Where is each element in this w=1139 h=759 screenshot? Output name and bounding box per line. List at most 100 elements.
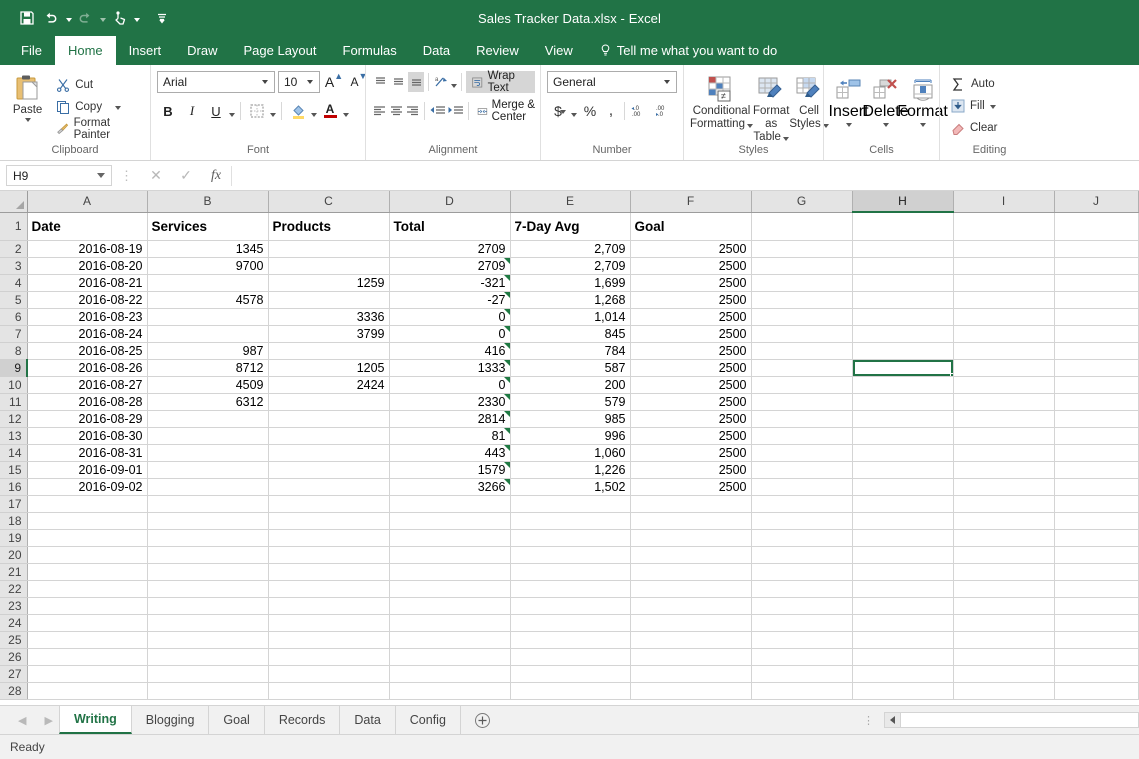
cell-d12[interactable]: 2814 bbox=[389, 410, 510, 427]
formula-bar-grip[interactable]: ⋮ bbox=[112, 168, 141, 184]
row-header-4[interactable]: 4 bbox=[0, 274, 27, 291]
cell-d17[interactable] bbox=[389, 495, 510, 512]
cell-j13[interactable] bbox=[1054, 427, 1138, 444]
cell-a4[interactable]: 2016-08-21 bbox=[27, 274, 147, 291]
row-header-2[interactable]: 2 bbox=[0, 240, 27, 257]
cell-h13[interactable] bbox=[852, 427, 953, 444]
cell-e1[interactable]: 7-Day Avg bbox=[510, 212, 630, 240]
cell-c11[interactable] bbox=[268, 393, 389, 410]
cell-h15[interactable] bbox=[852, 461, 953, 478]
row-header-10[interactable]: 10 bbox=[0, 376, 27, 393]
cell-b6[interactable] bbox=[147, 308, 268, 325]
format-as-table-dropdown-icon[interactable] bbox=[783, 137, 789, 141]
cell-i19[interactable] bbox=[953, 529, 1054, 546]
cell-b4[interactable] bbox=[147, 274, 268, 291]
name-box-dropdown-icon[interactable] bbox=[97, 173, 105, 178]
cell-e10[interactable]: 200 bbox=[510, 376, 630, 393]
row-header-27[interactable]: 27 bbox=[0, 665, 27, 682]
cell-h12[interactable] bbox=[852, 410, 953, 427]
cell-j27[interactable] bbox=[1054, 665, 1138, 682]
cell-f21[interactable] bbox=[630, 563, 751, 580]
cell-i10[interactable] bbox=[953, 376, 1054, 393]
cell-a19[interactable] bbox=[27, 529, 147, 546]
cell-h25[interactable] bbox=[852, 631, 953, 648]
cell-h14[interactable] bbox=[852, 444, 953, 461]
column-header-h[interactable]: H bbox=[852, 191, 953, 212]
row-header-23[interactable]: 23 bbox=[0, 597, 27, 614]
cell-j28[interactable] bbox=[1054, 682, 1138, 699]
decrease-indent-button[interactable] bbox=[429, 101, 446, 121]
cell-g8[interactable] bbox=[751, 342, 852, 359]
cell-c5[interactable] bbox=[268, 291, 389, 308]
error-flag-icon[interactable] bbox=[504, 343, 510, 349]
worksheet-grid[interactable]: ABCDEFGHIJ 1DateServicesProductsTotal7-D… bbox=[0, 191, 1139, 705]
cell-g28[interactable] bbox=[751, 682, 852, 699]
cell-f12[interactable]: 2500 bbox=[630, 410, 751, 427]
increase-indent-button[interactable] bbox=[447, 101, 464, 121]
cell-a15[interactable]: 2016-09-01 bbox=[27, 461, 147, 478]
decrease-decimal-button[interactable]: .00.0 bbox=[654, 100, 676, 122]
cell-g1[interactable] bbox=[751, 212, 852, 240]
cell-h20[interactable] bbox=[852, 546, 953, 563]
row-header-1[interactable]: 1 bbox=[0, 212, 27, 240]
cell-d27[interactable] bbox=[389, 665, 510, 682]
cell-g11[interactable] bbox=[751, 393, 852, 410]
cell-b5[interactable]: 4578 bbox=[147, 291, 268, 308]
cell-f11[interactable]: 2500 bbox=[630, 393, 751, 410]
cell-j3[interactable] bbox=[1054, 257, 1138, 274]
cell-i5[interactable] bbox=[953, 291, 1054, 308]
sheet-tab-records[interactable]: Records bbox=[265, 706, 341, 734]
cell-a2[interactable]: 2016-08-19 bbox=[27, 240, 147, 257]
cell-j23[interactable] bbox=[1054, 597, 1138, 614]
cell-i14[interactable] bbox=[953, 444, 1054, 461]
cell-g9[interactable] bbox=[751, 359, 852, 376]
cell-c24[interactable] bbox=[268, 614, 389, 631]
cell-h26[interactable] bbox=[852, 648, 953, 665]
horizontal-scroll-thumb[interactable] bbox=[900, 713, 1138, 727]
cell-h16[interactable] bbox=[852, 478, 953, 495]
column-header-c[interactable]: C bbox=[268, 191, 389, 212]
font-name-combo[interactable]: Arial bbox=[157, 71, 275, 93]
row-header-20[interactable]: 20 bbox=[0, 546, 27, 563]
cell-g22[interactable] bbox=[751, 580, 852, 597]
undo-dropdown-icon[interactable] bbox=[66, 18, 72, 22]
cell-c6[interactable]: 3336 bbox=[268, 308, 389, 325]
cell-c1[interactable]: Products bbox=[268, 212, 389, 240]
font-name-dropdown-icon[interactable] bbox=[262, 80, 268, 84]
cell-g14[interactable] bbox=[751, 444, 852, 461]
cell-e22[interactable] bbox=[510, 580, 630, 597]
cell-c8[interactable] bbox=[268, 342, 389, 359]
redo-dropdown-icon[interactable] bbox=[100, 18, 106, 22]
cell-d9[interactable]: 1333 bbox=[389, 359, 510, 376]
cell-a26[interactable] bbox=[27, 648, 147, 665]
cell-i9[interactable] bbox=[953, 359, 1054, 376]
cell-e8[interactable]: 784 bbox=[510, 342, 630, 359]
cell-b10[interactable]: 4509 bbox=[147, 376, 268, 393]
row-header-15[interactable]: 15 bbox=[0, 461, 27, 478]
cell-e25[interactable] bbox=[510, 631, 630, 648]
cell-g5[interactable] bbox=[751, 291, 852, 308]
ribbon-tab-formulas[interactable]: Formulas bbox=[330, 36, 410, 65]
cell-h2[interactable] bbox=[852, 240, 953, 257]
cell-d20[interactable] bbox=[389, 546, 510, 563]
cell-f23[interactable] bbox=[630, 597, 751, 614]
cell-i21[interactable] bbox=[953, 563, 1054, 580]
cell-a6[interactable]: 2016-08-23 bbox=[27, 308, 147, 325]
cell-d26[interactable] bbox=[389, 648, 510, 665]
column-header-d[interactable]: D bbox=[389, 191, 510, 212]
cell-h3[interactable] bbox=[852, 257, 953, 274]
cell-h7[interactable] bbox=[852, 325, 953, 342]
sheet-tab-data[interactable]: Data bbox=[340, 706, 395, 734]
row-header-8[interactable]: 8 bbox=[0, 342, 27, 359]
cell-j9[interactable] bbox=[1054, 359, 1138, 376]
cell-d24[interactable] bbox=[389, 614, 510, 631]
cell-j1[interactable] bbox=[1054, 212, 1138, 240]
cell-h17[interactable] bbox=[852, 495, 953, 512]
number-format-combo[interactable]: General bbox=[547, 71, 677, 93]
cell-f1[interactable]: Goal bbox=[630, 212, 751, 240]
insert-cells-dropdown-icon[interactable] bbox=[846, 123, 852, 127]
align-bottom-button[interactable] bbox=[408, 72, 425, 92]
cell-d21[interactable] bbox=[389, 563, 510, 580]
cell-c16[interactable] bbox=[268, 478, 389, 495]
cell-e12[interactable]: 985 bbox=[510, 410, 630, 427]
